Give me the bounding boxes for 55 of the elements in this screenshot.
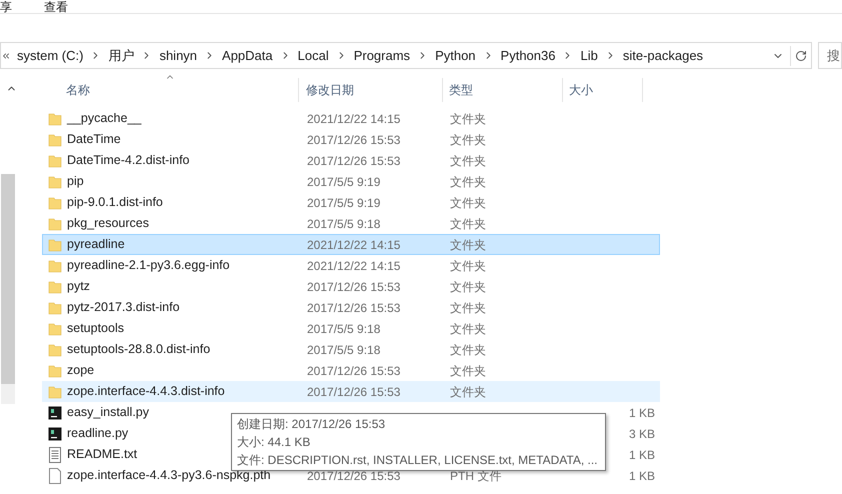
file-size: 1 KB	[628, 446, 655, 464]
file-name: pytz	[67, 278, 90, 296]
file-size: 3 KB	[628, 426, 655, 442]
modified-date: 2017/12/26 15:53	[307, 468, 400, 482]
modified-date: 2017/5/5 9:19	[307, 174, 380, 188]
file-name: zope.interface-4.4.3-py3.6-nspkg.pth	[67, 467, 271, 484]
file-name: DateTime-4.2.dist-info	[67, 152, 190, 170]
modified-date: 2017/5/5 9:18	[307, 342, 380, 356]
file-type: 文件夹	[450, 174, 486, 188]
file-name: README.txt	[67, 446, 138, 464]
file-type: 文件夹	[450, 322, 486, 336]
file-type: 文件夹	[450, 154, 486, 168]
file-type: 文件夹	[450, 364, 486, 378]
file-name: __pycache__	[67, 110, 142, 128]
tooltip-line: 大小: 44.1 KB	[237, 434, 312, 451]
file-type: 文件夹	[450, 300, 486, 314]
modified-date: 2021/12/22 14:15	[307, 112, 400, 126]
file-name: setuptools-28.8.0.dist-info	[67, 341, 210, 358]
modified-date: 2017/5/5 9:18	[307, 322, 380, 336]
modified-date: 2021/12/22 14:15	[307, 258, 400, 272]
file-size: 1 KB	[628, 404, 655, 422]
file-name: zope.interface-4.4.3.dist-info	[67, 383, 225, 400]
modified-date: 2017/12/26 15:53	[307, 364, 400, 378]
file-name: pip-9.0.1.dist-info	[67, 194, 163, 212]
file-type: 文件夹	[450, 342, 486, 356]
file-name: pkg_resources	[67, 215, 149, 232]
file-name: pyreadline-2.1-py3.6.egg-info	[67, 257, 230, 274]
file-type: 文件夹	[450, 258, 486, 272]
file-type: 文件夹	[450, 280, 486, 294]
tooltip-line: 创建日期: 2017/12/26 15:53	[237, 416, 386, 433]
file-type: 文件夹	[450, 196, 486, 210]
modified-date: 2017/12/26 15:53	[307, 300, 400, 314]
file-name: zope	[67, 362, 94, 380]
file-name: pytz-2017.3.dist-info	[67, 299, 180, 316]
modified-date: 2017/12/26 15:53	[307, 384, 400, 398]
file-type: PTH 文件	[450, 468, 502, 482]
file-name: readline.py	[67, 425, 128, 442]
file-name: pyreadline	[67, 236, 125, 254]
file-type: 文件夹	[450, 384, 486, 398]
file-name: DateTime	[67, 131, 121, 148]
modified-date: 2017/5/5 9:19	[307, 196, 380, 210]
file-name: setuptools	[67, 320, 124, 338]
modified-date: 2017/12/26 15:53	[307, 154, 400, 168]
file-size: 1 KB	[628, 468, 655, 484]
modified-date: 2017/12/26 15:53	[307, 280, 400, 294]
file-name: pip	[67, 173, 84, 190]
file-type: 文件夹	[450, 216, 486, 230]
file-type: 文件夹	[450, 112, 486, 126]
file-type: 文件夹	[450, 238, 486, 252]
modified-date: 2021/12/22 14:15	[307, 238, 400, 252]
modified-date: 2017/12/26 15:53	[307, 132, 400, 146]
modified-date: 2017/5/5 9:18	[307, 216, 380, 230]
file-name: easy_install.py	[67, 404, 149, 422]
tooltip-line: 文件: DESCRIPTION.rst, INSTALLER, LICENSE.txt, METADATA, ...	[237, 452, 598, 469]
file-type: 文件夹	[450, 132, 486, 146]
